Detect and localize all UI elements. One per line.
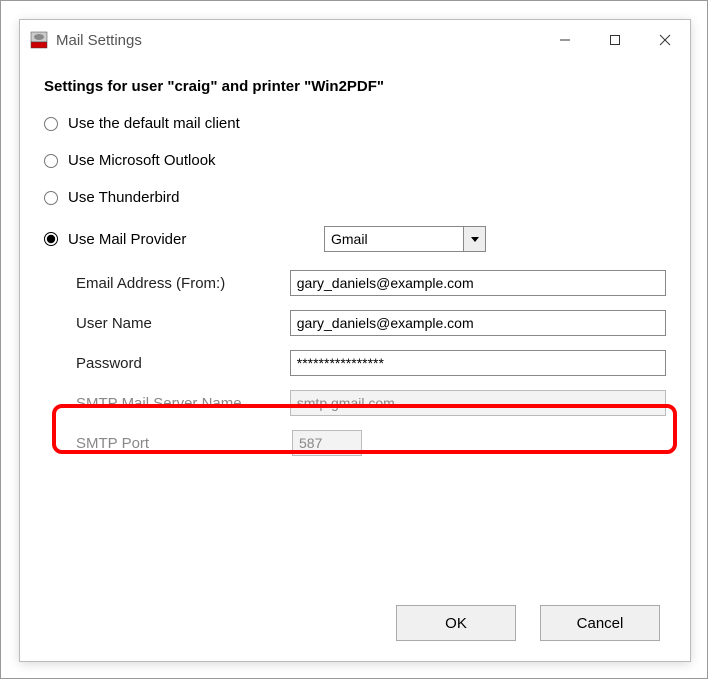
radio-default-client-label: Use the default mail client bbox=[68, 115, 240, 132]
maximize-icon bbox=[609, 34, 621, 46]
smtp-server-input bbox=[290, 390, 666, 416]
radio-outlook[interactable]: Use Microsoft Outlook bbox=[44, 152, 666, 169]
username-label: User Name bbox=[44, 315, 290, 332]
radio-thunderbird[interactable]: Use Thunderbird bbox=[44, 189, 666, 206]
provider-combobox[interactable]: Gmail bbox=[324, 226, 486, 252]
radio-mail-provider-label: Use Mail Provider bbox=[68, 231, 186, 248]
username-row: User Name bbox=[44, 310, 666, 336]
password-label: Password bbox=[44, 355, 290, 372]
ok-button[interactable]: OK bbox=[396, 605, 516, 641]
password-input[interactable] bbox=[290, 350, 666, 376]
radio-default-client-input[interactable] bbox=[44, 117, 58, 131]
radio-mail-provider[interactable]: Use Mail Provider bbox=[44, 226, 324, 252]
username-input[interactable] bbox=[290, 310, 666, 336]
radio-default-client[interactable]: Use the default mail client bbox=[44, 115, 666, 132]
minimize-button[interactable] bbox=[540, 20, 590, 60]
email-label: Email Address (From:) bbox=[44, 275, 290, 292]
smtp-port-label: SMTP Port bbox=[44, 435, 292, 452]
close-icon bbox=[659, 34, 671, 46]
app-icon bbox=[30, 31, 48, 49]
smtp-port-input bbox=[292, 430, 362, 456]
provider-row: Use Mail Provider Gmail bbox=[44, 226, 666, 252]
radio-thunderbird-label: Use Thunderbird bbox=[68, 189, 179, 206]
radio-mail-provider-input[interactable] bbox=[44, 232, 58, 246]
radio-outlook-input[interactable] bbox=[44, 154, 58, 168]
radio-thunderbird-input[interactable] bbox=[44, 191, 58, 205]
password-row: Password bbox=[44, 350, 666, 376]
provider-dropdown-button[interactable] bbox=[463, 227, 485, 251]
maximize-button[interactable] bbox=[590, 20, 640, 60]
chevron-down-icon bbox=[471, 237, 479, 242]
heading: Settings for user "craig" and printer "W… bbox=[44, 78, 666, 95]
close-button[interactable] bbox=[640, 20, 690, 60]
titlebar: Mail Settings bbox=[20, 20, 690, 60]
email-row: Email Address (From:) bbox=[44, 270, 666, 296]
smtp-server-label: SMTP Mail Server Name bbox=[44, 395, 290, 412]
smtp-port-row: SMTP Port bbox=[44, 430, 666, 456]
window-controls bbox=[540, 20, 690, 60]
email-input[interactable] bbox=[290, 270, 666, 296]
cancel-button[interactable]: Cancel bbox=[540, 605, 660, 641]
minimize-icon bbox=[559, 34, 571, 46]
window-title: Mail Settings bbox=[56, 32, 540, 49]
provider-selected: Gmail bbox=[331, 231, 368, 247]
radio-outlook-label: Use Microsoft Outlook bbox=[68, 152, 216, 169]
button-row: OK Cancel bbox=[44, 605, 666, 641]
smtp-server-row: SMTP Mail Server Name bbox=[44, 390, 666, 416]
mail-settings-window: Mail Settings Settings for user "craig" … bbox=[19, 19, 691, 662]
content-area: Settings for user "craig" and printer "W… bbox=[20, 60, 690, 661]
